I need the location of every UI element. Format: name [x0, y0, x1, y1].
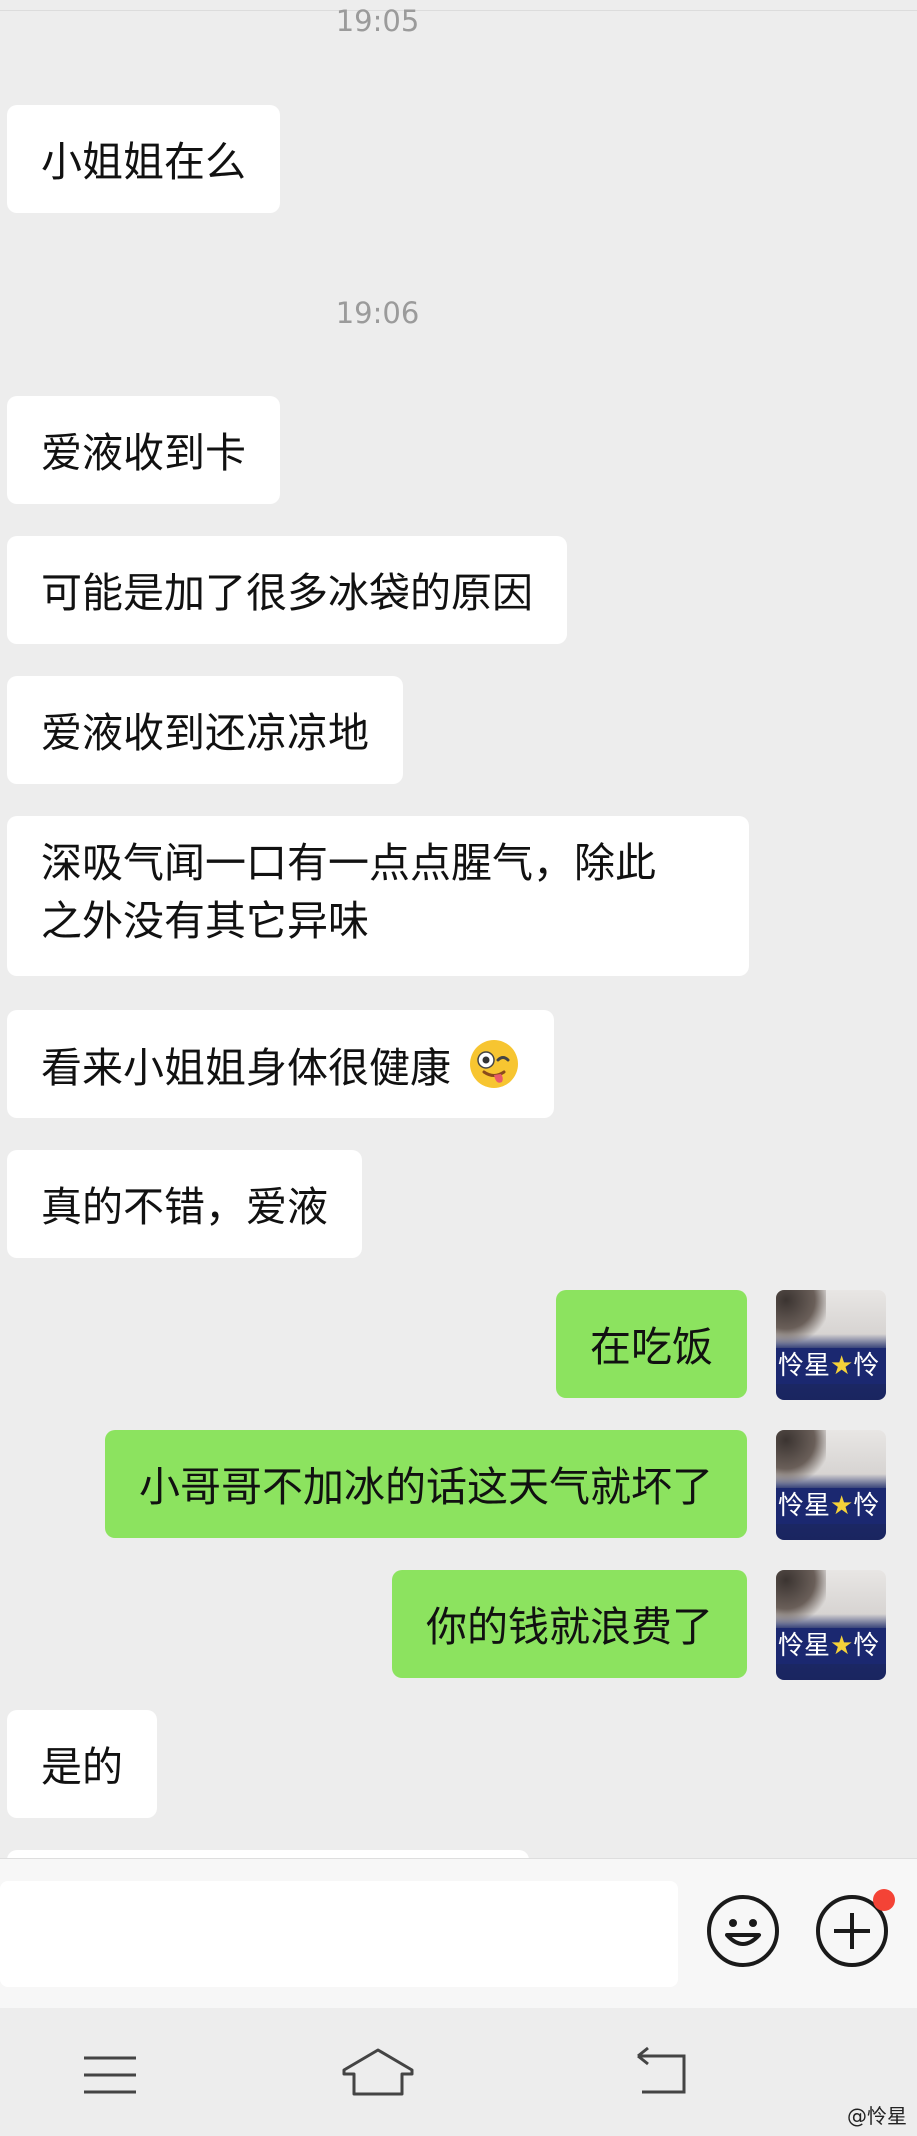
message-incoming[interactable]: 真的不错，爱液 [7, 1150, 362, 1258]
winking-tongue-face-icon [468, 1038, 520, 1105]
message-input-bar [0, 1858, 917, 2009]
back-icon[interactable] [632, 2046, 692, 2102]
avatar[interactable]: 怜星★怜 [776, 1430, 886, 1540]
avatar-label: 怜星★怜 [776, 1488, 886, 1524]
message-text-line: 之外没有其它异味 [41, 897, 369, 945]
timestamp: 19:06 [335, 296, 420, 330]
avatar-hair [776, 1290, 826, 1350]
system-nav-bar [0, 2008, 917, 2136]
message-incoming-partial[interactable] [7, 1850, 529, 1858]
message-incoming[interactable]: 看来小姐姐身体很健康 [7, 1010, 555, 1118]
message-text: 看来小姐姐身体很健康 [41, 1044, 451, 1092]
message-outgoing[interactable]: 小哥哥不加冰的话这天气就坏了 [105, 1430, 747, 1538]
message-text: 爱液收到还凉凉地 [41, 709, 369, 757]
message-text: 爱液收到卡 [41, 429, 246, 477]
message-incoming[interactable]: 可能是加了很多冰袋的原因 [7, 536, 567, 644]
notification-dot [873, 1889, 895, 1911]
message-input[interactable] [0, 1881, 678, 1987]
avatar-hair [776, 1570, 826, 1630]
message-incoming[interactable]: 是的 [7, 1710, 157, 1818]
message-text-line: 深吸气闻一口有一点点腥气，除此 [41, 839, 656, 887]
avatar-label: 怜星★怜 [776, 1628, 886, 1664]
message-text: 小哥哥不加冰的话这天气就坏了 [139, 1463, 713, 1511]
avatar[interactable]: 怜星★怜 [776, 1290, 886, 1400]
message-text: 小姐姐在么 [41, 138, 246, 186]
plus-circle-icon [834, 1913, 870, 1949]
message-incoming[interactable]: 爱液收到还凉凉地 [7, 676, 403, 784]
smiley-face-icon [725, 1919, 761, 1946]
message-text: 你的钱就浪费了 [426, 1603, 713, 1651]
menu-icon[interactable] [80, 2050, 140, 2100]
chat-area[interactable]: 19:05 小姐姐在么 19:06 爱液收到卡 可能是加了很多冰袋的原因 爱液收… [0, 0, 917, 1858]
home-icon[interactable] [340, 2046, 416, 2102]
avatar-label: 怜星★怜 [776, 1348, 886, 1384]
message-incoming[interactable]: 深吸气闻一口有一点点腥气，除此 之外没有其它异味 [7, 816, 749, 976]
message-text: 可能是加了很多冰袋的原因 [41, 569, 533, 617]
emoji-button[interactable] [707, 1895, 779, 1967]
timestamp: 19:05 [335, 4, 420, 38]
message-incoming[interactable]: 爱液收到卡 [7, 396, 280, 504]
avatar[interactable]: 怜星★怜 [776, 1570, 886, 1680]
message-text: 在吃饭 [590, 1323, 713, 1371]
message-outgoing[interactable]: 你的钱就浪费了 [392, 1570, 747, 1678]
message-incoming[interactable]: 小姐姐在么 [7, 105, 280, 213]
watermark: @怜星 [847, 2104, 907, 2128]
message-outgoing[interactable]: 在吃饭 [556, 1290, 747, 1398]
avatar-hair [776, 1430, 826, 1490]
message-text: 真的不错，爱液 [41, 1183, 328, 1231]
message-text: 是的 [41, 1743, 123, 1791]
